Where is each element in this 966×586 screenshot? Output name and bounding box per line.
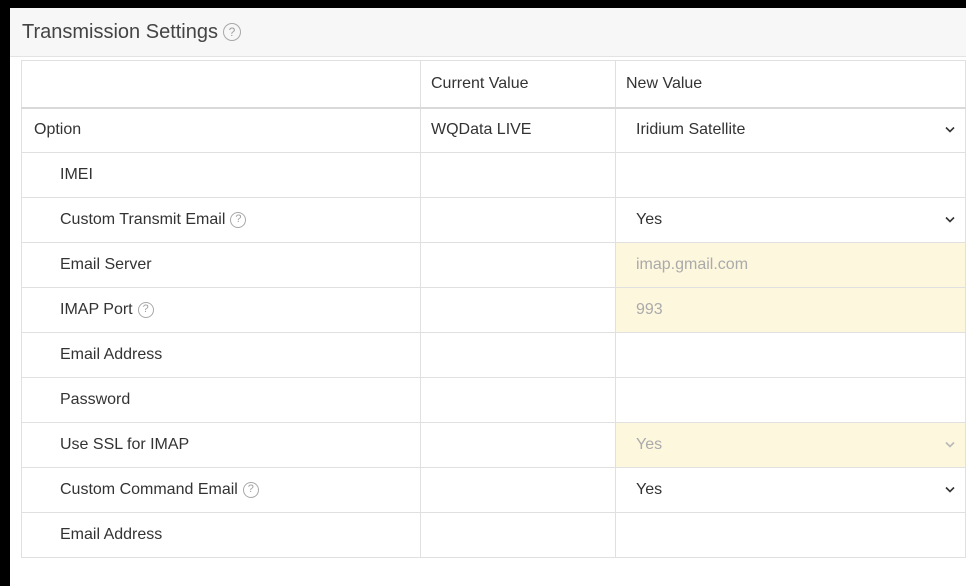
custom-transmit-email-select[interactable]: Yes [615, 197, 966, 243]
current-value: WQData LIVE [420, 107, 616, 153]
table-row: Custom Command Email? Yes [21, 467, 966, 513]
row-label: Email Server [21, 242, 421, 288]
select-value: Iridium Satellite [636, 121, 746, 139]
header-option [21, 60, 421, 109]
imap-port-input[interactable]: 993 [615, 287, 966, 333]
chevron-down-icon [945, 127, 955, 133]
use-ssl-select[interactable]: Yes [615, 422, 966, 468]
header-current-value: Current Value [420, 60, 616, 109]
custom-command-email-select[interactable]: Yes [615, 467, 966, 513]
table-header-row: Current Value New Value [21, 60, 966, 109]
current-value [420, 467, 616, 513]
email-server-input[interactable]: imap.gmail.com [615, 242, 966, 288]
select-value: Yes [636, 481, 663, 498]
select-value: Yes [636, 211, 663, 228]
table-row: Email Address [21, 332, 966, 378]
chevron-down-icon [945, 486, 955, 493]
row-label: Custom Transmit Email [60, 211, 226, 228]
help-icon[interactable]: ? [223, 23, 241, 41]
table-row: Email Address [21, 512, 966, 558]
row-label: Option [21, 107, 421, 153]
table-row: Password [21, 377, 966, 423]
row-label: Email Address [21, 332, 421, 378]
row-label: Custom Command Email [60, 481, 238, 498]
panel-header: Transmission Settings ? [10, 8, 966, 57]
row-label: Email Address [21, 512, 421, 558]
current-value [420, 512, 616, 558]
settings-table: Current Value New Value Option WQData LI… [21, 60, 966, 558]
row-label-with-help: IMAP Port? [21, 287, 421, 333]
row-label: IMEI [21, 152, 421, 198]
table-row: IMEI [21, 152, 966, 198]
row-label-with-help: Custom Transmit Email? [21, 197, 421, 243]
table-row: Option WQData LIVE Iridium Satellite [21, 107, 966, 153]
current-value [420, 377, 616, 423]
transmission-settings-panel: Transmission Settings ? Current Value Ne… [10, 8, 966, 586]
table-row: IMAP Port? 993 [21, 287, 966, 333]
header-new-value: New Value [615, 60, 966, 109]
table-row: Email Server imap.gmail.com [21, 242, 966, 288]
current-value [420, 152, 616, 198]
chevron-down-icon [945, 216, 955, 223]
current-value [420, 422, 616, 468]
row-label-with-help: Custom Command Email? [21, 467, 421, 513]
command-email-address-input[interactable] [615, 512, 966, 558]
table-row: Custom Transmit Email? Yes [21, 197, 966, 243]
table-row: Use SSL for IMAP Yes [21, 422, 966, 468]
current-value [420, 197, 616, 243]
panel-title: Transmission Settings [22, 20, 218, 43]
imei-input[interactable] [615, 152, 966, 198]
help-icon[interactable]: ? [242, 481, 259, 498]
help-icon[interactable]: ? [230, 211, 247, 228]
help-icon[interactable]: ? [137, 301, 154, 318]
current-value [420, 332, 616, 378]
chevron-down-icon [945, 441, 955, 448]
option-select[interactable]: Iridium Satellite [615, 107, 966, 153]
current-value [420, 242, 616, 288]
row-label: Use SSL for IMAP [21, 422, 421, 468]
password-input[interactable] [615, 377, 966, 423]
row-label: IMAP Port [60, 301, 133, 318]
row-label: Password [21, 377, 421, 423]
select-value: Yes [636, 436, 663, 453]
transmit-email-address-input[interactable] [615, 332, 966, 378]
current-value [420, 287, 616, 333]
